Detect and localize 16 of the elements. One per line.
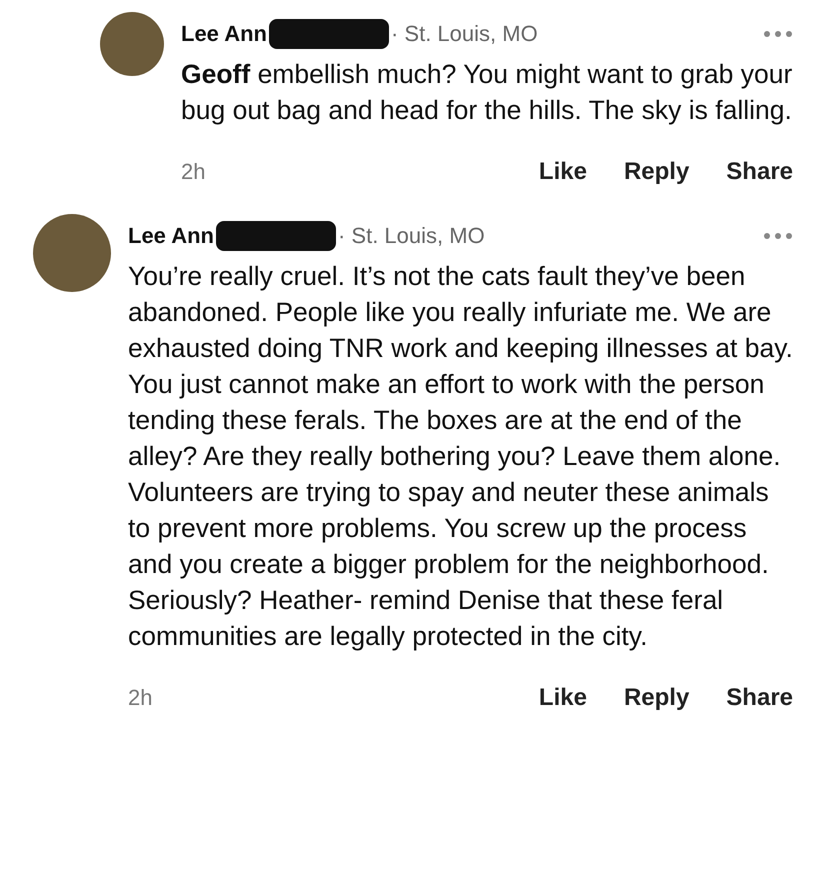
timestamp: 2h	[181, 159, 206, 185]
action-link[interactable]: Share	[726, 684, 793, 712]
author-name[interactable]: Lee Ann	[128, 223, 214, 249]
location: · St. Louis, MO	[338, 223, 485, 249]
action-link[interactable]: Reply	[624, 684, 690, 712]
action-link[interactable]: Like	[538, 158, 587, 186]
action-link[interactable]: Like	[538, 684, 587, 712]
action-link[interactable]: Share	[726, 158, 793, 186]
more-icon[interactable]	[763, 232, 793, 240]
location: · St. Louis, MO	[390, 21, 538, 47]
comment-text: Geoff embellish much? You might want to grab your bug out bag and head for the hills. The sky is falling.	[181, 58, 793, 127]
author-name[interactable]: Lee Ann	[181, 21, 267, 47]
action-link[interactable]: Reply	[624, 158, 690, 186]
timestamp: 2h	[128, 685, 154, 711]
comment-text: You’re really cruel. It’s not the cats fault they’ve been abandoned. People like you really infuriate me. We are exhausted doing TNR work and keeping illnesses at bay. You just cannot make an effort to work with the person tending these ferals. The boxes are at the end of the alley? Are they really bothering you? Leave them alone. Volunteers are trying to spay and neuter these animals to prevent more problems. You screw up the process and you create a bigger problem for the neighborhood. Seriously? Heather- remind Denise that these feral communities are legally protected in the city.	[128, 260, 793, 653]
more-icon[interactable]	[763, 30, 793, 38]
